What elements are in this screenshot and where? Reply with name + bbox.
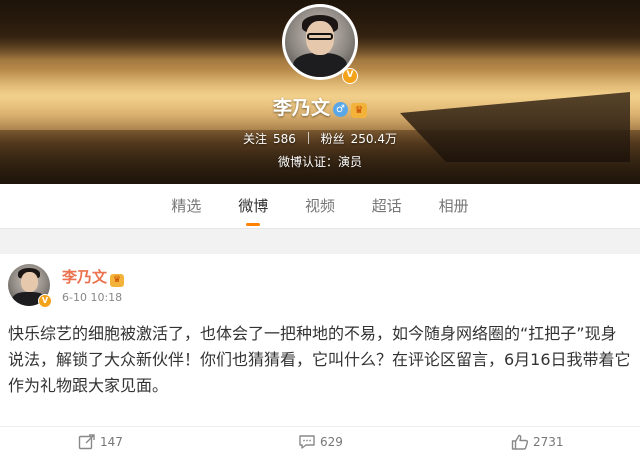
stats-divider xyxy=(307,132,309,144)
repost-icon xyxy=(78,434,95,450)
post-actions: 147 629 2731 xyxy=(0,426,640,457)
post-author-name[interactable]: 李乃文 xyxy=(62,268,107,286)
member-crown-icon[interactable]: ♛ xyxy=(351,103,367,118)
post-body: 快乐综艺的细胞被激活了，也体会了一把种地的不易，如今随身网络圈的“扛把子”现身说… xyxy=(8,324,631,395)
post-timestamp[interactable]: 6-10 10:18 xyxy=(62,291,122,304)
follow-stat[interactable]: 关注 586 xyxy=(243,132,296,146)
verified-badge-icon: V xyxy=(342,68,358,84)
profile-tabs: 精选 微博 视频 超话 相册 xyxy=(0,184,640,229)
thumbs-up-icon xyxy=(511,434,529,450)
post-verified-badge-icon: V xyxy=(38,294,52,308)
profile-name: 李乃文 xyxy=(272,97,330,119)
male-icon: ♂ xyxy=(333,102,348,117)
comment-count: 629 xyxy=(320,435,343,449)
like-count: 2731 xyxy=(533,435,564,449)
post-author-avatar[interactable]: V xyxy=(8,264,52,308)
post-member-crown-icon[interactable]: ♛ xyxy=(110,274,125,287)
avatar-image xyxy=(285,7,355,77)
fans-count: 250.4万 xyxy=(350,132,397,146)
profile-stats: 关注 586 粉丝 250.4万 xyxy=(0,130,640,147)
fans-stat[interactable]: 粉丝 250.4万 xyxy=(321,132,397,146)
comment-button[interactable]: 629 xyxy=(298,427,343,457)
tab-supertopic[interactable]: 超话 xyxy=(372,184,402,228)
tab-video[interactable]: 视频 xyxy=(305,184,335,228)
tab-featured[interactable]: 精选 xyxy=(171,184,201,228)
profile-name-row: 李乃文 ♂ ♛ xyxy=(0,93,640,120)
follow-label: 关注 xyxy=(243,132,268,146)
fans-label: 粉丝 xyxy=(320,132,345,146)
post-author-name-row: 李乃文 ♛ xyxy=(62,266,125,287)
verification-text: 微博认证：演员 xyxy=(277,155,362,169)
follow-count: 586 xyxy=(273,132,296,146)
repost-count: 147 xyxy=(100,435,123,449)
tab-weibo[interactable]: 微博 xyxy=(238,184,268,228)
like-button[interactable]: 2731 xyxy=(511,427,564,457)
repost-button[interactable]: 147 xyxy=(78,427,123,457)
profile-cover: V 李乃文 ♂ ♛ 关注 586 粉丝 250.4万 微博认证：演员 xyxy=(0,0,640,184)
comment-icon xyxy=(299,435,315,449)
post-card: V 李乃文 ♛ 6-10 10:18 快乐综艺的细胞被激活了，也体会了一把种地的不… xyxy=(0,254,640,457)
tab-album[interactable]: 相册 xyxy=(439,184,469,228)
